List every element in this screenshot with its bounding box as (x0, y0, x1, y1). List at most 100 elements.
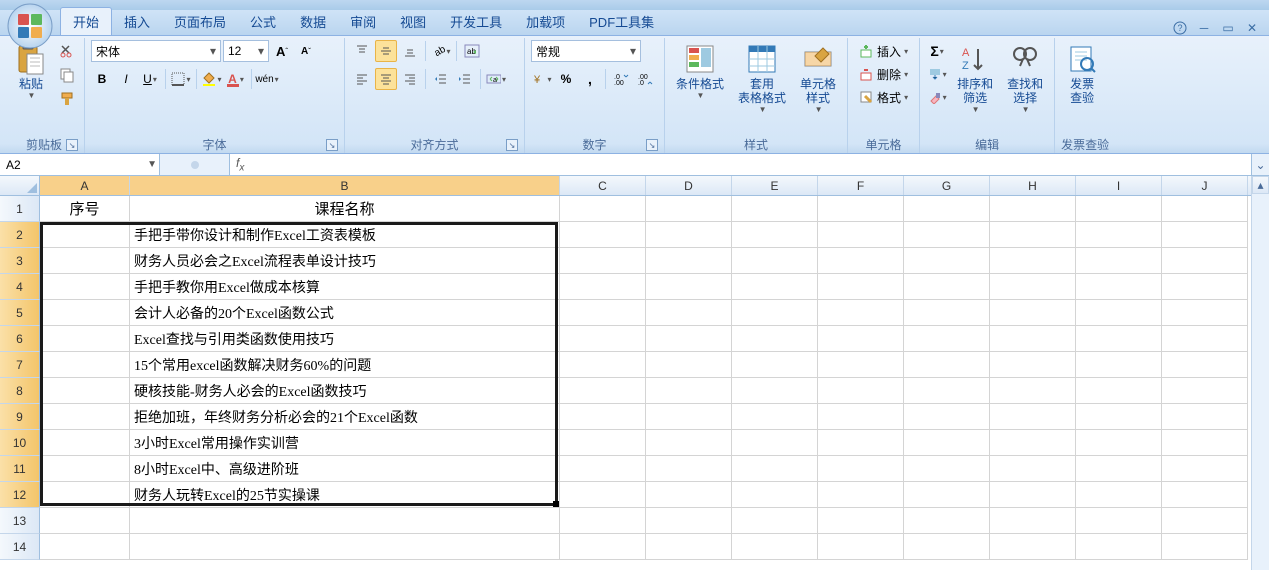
cell-H10[interactable] (990, 430, 1076, 456)
number-format-combo[interactable]: 常规▾ (531, 40, 641, 62)
cell-A12[interactable] (40, 482, 130, 508)
cell-E11[interactable] (732, 456, 818, 482)
format-painter-button[interactable] (56, 88, 78, 110)
align-bottom-button[interactable] (399, 40, 421, 62)
vertical-scrollbar[interactable]: ▴ (1251, 176, 1269, 570)
cell-B4[interactable]: 手把手教你用Excel做成本核算 (130, 274, 560, 300)
cell-A5[interactable] (40, 300, 130, 326)
help-icon[interactable]: ? (1171, 21, 1189, 35)
cell-J11[interactable] (1162, 456, 1248, 482)
cell-J5[interactable] (1162, 300, 1248, 326)
cell-B5[interactable]: 会计人必备的20个Excel函数公式 (130, 300, 560, 326)
cell-B9[interactable]: 拒绝加班，年终财务分析必会的21个Excel函数 (130, 404, 560, 430)
column-header-D[interactable]: D (646, 176, 732, 195)
cell-E9[interactable] (732, 404, 818, 430)
number-dialog-launcher[interactable] (646, 139, 658, 151)
cell-A2[interactable] (40, 222, 130, 248)
cell-F7[interactable] (818, 352, 904, 378)
cell-E10[interactable] (732, 430, 818, 456)
comma-button[interactable]: , (579, 68, 601, 90)
cell-F9[interactable] (818, 404, 904, 430)
cell-B6[interactable]: Excel查找与引用类函数使用技巧 (130, 326, 560, 352)
cell-B11[interactable]: 8小时Excel中、高级进阶班 (130, 456, 560, 482)
cell-I5[interactable] (1076, 300, 1162, 326)
scroll-up-button[interactable]: ▴ (1252, 176, 1269, 194)
cell-C10[interactable] (560, 430, 646, 456)
cell-H14[interactable] (990, 534, 1076, 560)
wrap-text-button[interactable]: ab (461, 40, 483, 62)
cell-I12[interactable] (1076, 482, 1162, 508)
row-header-1[interactable]: 1 (0, 196, 40, 222)
formula-expand-button[interactable]: ⌄ (1251, 154, 1269, 175)
align-dialog-launcher[interactable] (506, 139, 518, 151)
column-header-G[interactable]: G (904, 176, 990, 195)
orientation-button[interactable]: ab▾ (430, 40, 452, 62)
cell-G9[interactable] (904, 404, 990, 430)
cell-I2[interactable] (1076, 222, 1162, 248)
cell-F5[interactable] (818, 300, 904, 326)
font-size-combo[interactable]: 12▾ (223, 40, 269, 62)
cell-A7[interactable] (40, 352, 130, 378)
chevron-down-icon[interactable]: ▾ (206, 44, 216, 58)
cell-styles-button[interactable]: 单元格 样式▼ (795, 40, 841, 117)
cell-C9[interactable] (560, 404, 646, 430)
row-header-11[interactable]: 11 (0, 456, 40, 482)
cell-G5[interactable] (904, 300, 990, 326)
cell-I4[interactable] (1076, 274, 1162, 300)
column-header-E[interactable]: E (732, 176, 818, 195)
cell-H11[interactable] (990, 456, 1076, 482)
cell-I8[interactable] (1076, 378, 1162, 404)
cell-H6[interactable] (990, 326, 1076, 352)
cell-F4[interactable] (818, 274, 904, 300)
cell-D10[interactable] (646, 430, 732, 456)
cell-I14[interactable] (1076, 534, 1162, 560)
cell-F3[interactable] (818, 248, 904, 274)
row-header-7[interactable]: 7 (0, 352, 40, 378)
format-cells-button[interactable]: 格式▾ (854, 86, 913, 108)
currency-button[interactable]: ¥▾ (531, 68, 553, 90)
tab-home[interactable]: 开始 (60, 7, 112, 35)
row-header-8[interactable]: 8 (0, 378, 40, 404)
font-dialog-launcher[interactable] (326, 139, 338, 151)
cell-C4[interactable] (560, 274, 646, 300)
sort-filter-button[interactable]: AZ 排序和 筛选▼ (952, 40, 998, 117)
cell-A11[interactable] (40, 456, 130, 482)
cell-D14[interactable] (646, 534, 732, 560)
cell-C12[interactable] (560, 482, 646, 508)
autosum-button[interactable]: Σ▾ (926, 40, 948, 62)
cell-D4[interactable] (646, 274, 732, 300)
cell-I6[interactable] (1076, 326, 1162, 352)
cell-H4[interactable] (990, 274, 1076, 300)
cell-D3[interactable] (646, 248, 732, 274)
cell-J1[interactable] (1162, 196, 1248, 222)
increase-indent-button[interactable] (454, 68, 476, 90)
align-right-button[interactable] (399, 68, 421, 90)
cell-C7[interactable] (560, 352, 646, 378)
tab-pdf[interactable]: PDF工具集 (577, 8, 666, 35)
bold-button[interactable]: B (91, 68, 113, 90)
cell-H9[interactable] (990, 404, 1076, 430)
italic-button[interactable]: I (115, 68, 137, 90)
cell-J6[interactable] (1162, 326, 1248, 352)
copy-button[interactable] (56, 64, 78, 86)
tab-addin[interactable]: 加载项 (514, 8, 577, 35)
cell-C5[interactable] (560, 300, 646, 326)
cell-C1[interactable] (560, 196, 646, 222)
cell-A9[interactable] (40, 404, 130, 430)
cell-J9[interactable] (1162, 404, 1248, 430)
formula-input[interactable] (250, 158, 1251, 172)
cell-A6[interactable] (40, 326, 130, 352)
cell-G6[interactable] (904, 326, 990, 352)
cell-F11[interactable] (818, 456, 904, 482)
cell-F8[interactable] (818, 378, 904, 404)
cell-A3[interactable] (40, 248, 130, 274)
column-header-H[interactable]: H (990, 176, 1076, 195)
cell-E2[interactable] (732, 222, 818, 248)
decrease-indent-button[interactable] (430, 68, 452, 90)
column-header-B[interactable]: B (130, 176, 560, 195)
cell-F13[interactable] (818, 508, 904, 534)
delete-cells-button[interactable]: 删除▾ (854, 63, 913, 85)
cell-B14[interactable] (130, 534, 560, 560)
align-middle-button[interactable] (375, 40, 397, 62)
row-header-2[interactable]: 2 (0, 222, 40, 248)
